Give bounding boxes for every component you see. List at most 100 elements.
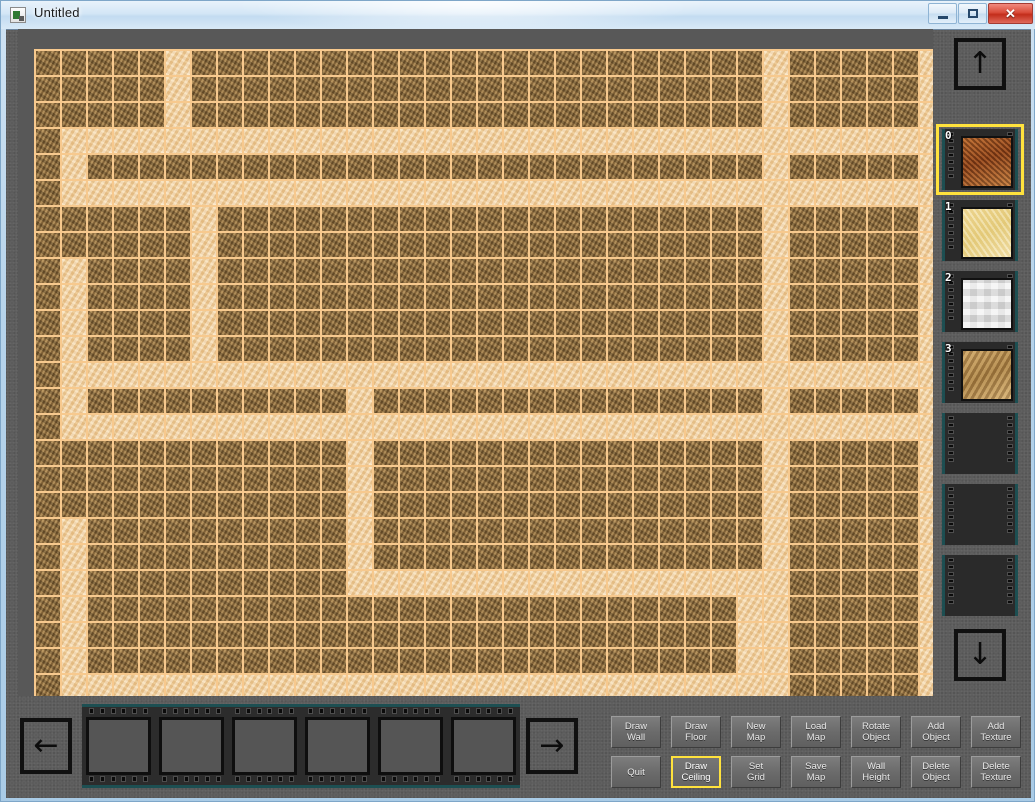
- map-tile[interactable]: [166, 675, 190, 696]
- map-tile[interactable]: [348, 441, 372, 465]
- texture-slot[interactable]: [936, 550, 1024, 621]
- map-tile[interactable]: [608, 545, 632, 569]
- map-tile[interactable]: [322, 337, 346, 361]
- map-tile[interactable]: [374, 441, 398, 465]
- map-tile[interactable]: [842, 207, 866, 231]
- map-tile[interactable]: [400, 675, 424, 696]
- map-tile[interactable]: [660, 207, 684, 231]
- map-tile[interactable]: [634, 51, 658, 75]
- map-tile[interactable]: [712, 623, 736, 647]
- map-tile[interactable]: [270, 51, 294, 75]
- map-tile[interactable]: [452, 493, 476, 517]
- map-tile[interactable]: [244, 545, 268, 569]
- map-tile[interactable]: [452, 675, 476, 696]
- map-tile[interactable]: [478, 519, 502, 543]
- map-tile[interactable]: [738, 207, 762, 231]
- map-tile[interactable]: [660, 493, 684, 517]
- texture-slot[interactable]: [936, 479, 1024, 550]
- map-tile[interactable]: [582, 467, 606, 491]
- map-tile[interactable]: [894, 207, 918, 231]
- map-tile[interactable]: [738, 103, 762, 127]
- map-tile[interactable]: [816, 493, 840, 517]
- map-tile[interactable]: [140, 519, 164, 543]
- map-tile[interactable]: [322, 493, 346, 517]
- map-tile[interactable]: [582, 363, 606, 387]
- map-tile[interactable]: [790, 545, 814, 569]
- map-tile[interactable]: [634, 311, 658, 335]
- map-tile[interactable]: [192, 77, 216, 101]
- map-tile[interactable]: [452, 207, 476, 231]
- map-tile[interactable]: [88, 51, 112, 75]
- map-tile[interactable]: [400, 649, 424, 673]
- map-tile[interactable]: [426, 103, 450, 127]
- map-tile[interactable]: [374, 285, 398, 309]
- map-tile[interactable]: [660, 259, 684, 283]
- map-tile[interactable]: [894, 545, 918, 569]
- map-tile[interactable]: [478, 545, 502, 569]
- map-tile[interactable]: [556, 155, 580, 179]
- map-tile[interactable]: [478, 415, 502, 439]
- map-tile[interactable]: [712, 285, 736, 309]
- map-tile[interactable]: [88, 415, 112, 439]
- map-tile[interactable]: [504, 519, 528, 543]
- map-tile[interactable]: [790, 337, 814, 361]
- map-tile[interactable]: [166, 259, 190, 283]
- map-tile[interactable]: [374, 675, 398, 696]
- map-tile[interactable]: [322, 233, 346, 257]
- map-tile[interactable]: [738, 285, 762, 309]
- map-tile[interactable]: [114, 103, 138, 127]
- map-tile[interactable]: [790, 675, 814, 696]
- map-tile[interactable]: [140, 155, 164, 179]
- command-button-rotate-object[interactable]: Rotate Object: [851, 716, 901, 748]
- map-tile[interactable]: [36, 337, 60, 361]
- map-tile[interactable]: [296, 51, 320, 75]
- map-tile[interactable]: [556, 415, 580, 439]
- map-tile[interactable]: [894, 389, 918, 413]
- map-tile[interactable]: [504, 51, 528, 75]
- map-tile[interactable]: [504, 467, 528, 491]
- map-tile[interactable]: [686, 129, 710, 153]
- map-tile[interactable]: [192, 675, 216, 696]
- map-tile[interactable]: [140, 571, 164, 595]
- map-tile[interactable]: [426, 467, 450, 491]
- map-tile[interactable]: [816, 675, 840, 696]
- map-tile[interactable]: [738, 337, 762, 361]
- map-tile[interactable]: [764, 415, 788, 439]
- map-tile[interactable]: [816, 415, 840, 439]
- map-tile[interactable]: [582, 623, 606, 647]
- map-tile[interactable]: [712, 389, 736, 413]
- map-tile[interactable]: [478, 259, 502, 283]
- map-tile[interactable]: [816, 285, 840, 309]
- map-tile[interactable]: [244, 51, 268, 75]
- map-tile[interactable]: [114, 519, 138, 543]
- map-tile[interactable]: [790, 103, 814, 127]
- map-tile[interactable]: [738, 129, 762, 153]
- map-tile[interactable]: [790, 155, 814, 179]
- map-tile[interactable]: [816, 259, 840, 283]
- map-tile[interactable]: [712, 545, 736, 569]
- map-tile[interactable]: [218, 649, 242, 673]
- map-tile[interactable]: [218, 493, 242, 517]
- map-tile[interactable]: [270, 155, 294, 179]
- texture-thumbnail[interactable]: [961, 207, 1013, 259]
- map-tile[interactable]: [582, 389, 606, 413]
- map-tile[interactable]: [660, 545, 684, 569]
- map-tile[interactable]: [166, 649, 190, 673]
- map-tile[interactable]: [244, 311, 268, 335]
- map-tile[interactable]: [244, 259, 268, 283]
- map-tile[interactable]: [296, 259, 320, 283]
- map-tile[interactable]: [114, 311, 138, 335]
- map-tile[interactable]: [62, 597, 86, 621]
- map-tile[interactable]: [192, 155, 216, 179]
- map-tile[interactable]: [504, 103, 528, 127]
- map-tile[interactable]: [270, 103, 294, 127]
- map-tile[interactable]: [660, 675, 684, 696]
- map-tile[interactable]: [816, 129, 840, 153]
- map-tile[interactable]: [608, 77, 632, 101]
- map-tile[interactable]: [660, 129, 684, 153]
- map-tile[interactable]: [738, 597, 762, 621]
- map-tile[interactable]: [400, 285, 424, 309]
- map-tile[interactable]: [842, 363, 866, 387]
- map-tile[interactable]: [790, 311, 814, 335]
- map-tile[interactable]: [868, 181, 892, 205]
